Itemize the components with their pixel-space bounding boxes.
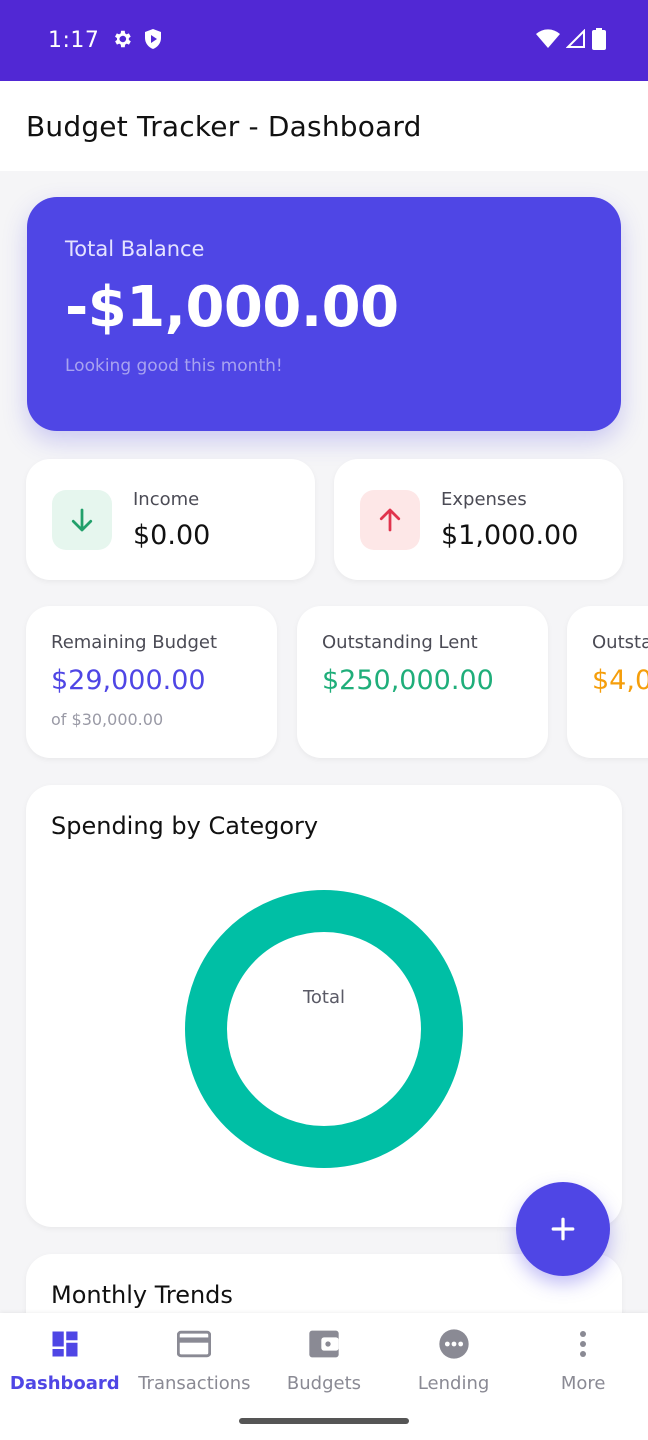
more-vert-icon <box>578 1327 588 1361</box>
income-value: $0.00 <box>133 519 211 551</box>
plus-icon <box>551 1217 575 1241</box>
nav-label: Dashboard <box>9 1373 120 1394</box>
home-indicator[interactable] <box>239 1418 409 1424</box>
outstanding-borrowed-card[interactable]: Outsta $4,0 <box>567 606 648 758</box>
summary-value: $250,000.00 <box>322 665 494 696</box>
donut-center-label: Total <box>302 986 346 1008</box>
nav-item-more[interactable]: More <box>518 1313 648 1440</box>
status-left: 1:17 <box>48 28 163 54</box>
income-label: Income <box>133 488 200 510</box>
status-right <box>536 27 606 54</box>
shield-icon <box>143 28 163 54</box>
nav-label: Lending <box>417 1373 490 1394</box>
outstanding-lent-card[interactable]: Outstanding Lent $250,000.00 <box>297 606 548 758</box>
nav-label: Budgets <box>286 1373 362 1394</box>
nav-label: More <box>560 1373 606 1394</box>
arrow-up-icon <box>360 489 420 550</box>
balance-subtitle: Looking good this month! <box>65 356 283 376</box>
summary-label: Remaining Budget <box>51 632 218 653</box>
trends-title: Monthly Trends <box>51 1281 233 1309</box>
chart-title: Spending by Category <box>51 812 319 840</box>
wallet-icon <box>308 1327 340 1361</box>
income-card[interactable]: Income $0.00 <box>26 459 315 580</box>
donut-chart[interactable]: Total <box>185 890 463 1168</box>
nav-label: Transactions <box>138 1373 251 1394</box>
summary-value: $4,0 <box>592 665 648 696</box>
summary-label: Outstanding Lent <box>322 632 478 653</box>
remaining-budget-card[interactable]: Remaining Budget $29,000.00 of $30,000.0… <box>26 606 277 758</box>
arrow-down-icon <box>52 489 112 550</box>
settings-icon <box>111 28 133 54</box>
battery-icon <box>592 27 606 54</box>
dashboard-icon <box>50 1327 80 1361</box>
balance-amount: -$1,000.00 <box>65 275 399 340</box>
signal-icon <box>565 28 586 53</box>
spending-by-category-card: Spending by Category Total <box>26 785 622 1227</box>
screen: 1:17 Budget Tracker - Dashboard Total Ba… <box>0 0 648 1440</box>
summary-sub: of $30,000.00 <box>51 710 164 729</box>
credit-card-icon <box>177 1327 212 1361</box>
nav-item-dashboard[interactable]: Dashboard <box>0 1313 130 1440</box>
balance-label: Total Balance <box>65 237 205 261</box>
expenses-text: Expenses $1,000.00 <box>441 489 578 551</box>
summary-label: Outsta <box>592 632 648 653</box>
app-bar: Budget Tracker - Dashboard <box>0 81 648 171</box>
status-bar: 1:17 <box>0 0 648 81</box>
wifi-icon <box>536 28 560 53</box>
status-time: 1:17 <box>48 28 100 53</box>
page-title: Budget Tracker - Dashboard <box>26 109 422 143</box>
summary-value: $29,000.00 <box>51 665 206 696</box>
more-horiz-circle-icon <box>438 1327 470 1361</box>
add-transaction-button[interactable] <box>516 1182 610 1276</box>
income-text: Income $0.00 <box>133 489 210 551</box>
expenses-card[interactable]: Expenses $1,000.00 <box>334 459 623 580</box>
expenses-label: Expenses <box>441 488 527 510</box>
expenses-value: $1,000.00 <box>441 519 579 551</box>
total-balance-card[interactable]: Total Balance -$1,000.00 Looking good th… <box>27 197 621 431</box>
